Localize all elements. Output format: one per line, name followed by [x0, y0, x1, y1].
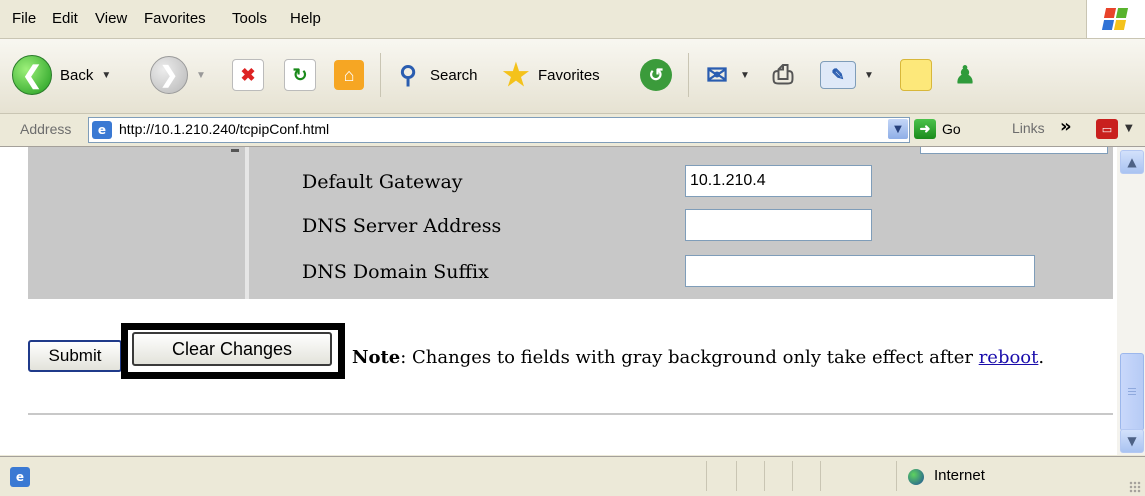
favorites-star-icon: ★ [502, 58, 530, 92]
scroll-up-icon[interactable]: ▲ [1120, 150, 1144, 174]
menu-view[interactable]: View [95, 10, 127, 27]
clear-changes-button[interactable]: Clear Changes [132, 332, 332, 366]
menu-bar: File Edit View Favorites Tools Help [0, 0, 1145, 39]
address-bar: Address e http://10.1.210.240/tcpipConf.… [0, 114, 1145, 147]
messenger-icon: ♟ [954, 61, 976, 89]
chevron-down-icon[interactable]: ▼ [196, 70, 206, 81]
mail-icon: ✉ [706, 59, 728, 90]
notes-button[interactable] [900, 53, 932, 97]
chevron-down-icon[interactable]: ▼ [1125, 123, 1133, 134]
standard-toolbar: ❮ Back ▼ ❯ ▼ ✖ ↻ ⌂ ⚲ Search ★ Favorites … [0, 39, 1145, 114]
history-button[interactable]: ↺ [640, 53, 672, 97]
address-input[interactable]: e http://10.1.210.240/tcpipConf.html ▼ [88, 117, 910, 143]
dns-domain-suffix-input[interactable] [685, 255, 1035, 287]
refresh-icon: ↻ [284, 59, 316, 91]
toolbar-separator [688, 53, 689, 97]
back-arrow-icon: ❮ [12, 55, 52, 95]
dns-server-address-label: DNS Server Address [302, 215, 502, 237]
resize-grip-icon[interactable] [1129, 481, 1141, 493]
status-divider [736, 461, 737, 491]
scroll-thumb[interactable] [1120, 353, 1144, 431]
status-bar: e Internet [0, 456, 1145, 496]
chevron-down-icon[interactable]: ▼ [864, 70, 874, 81]
search-button[interactable]: ⚲ Search [392, 53, 478, 97]
menu-edit[interactable]: Edit [52, 10, 78, 27]
stop-button[interactable]: ✖ [232, 53, 264, 97]
previous-field-input[interactable] [920, 147, 1108, 154]
page-content: Default Gateway DNS Server Address DNS D… [14, 147, 1117, 455]
note-period: . [1038, 347, 1045, 368]
status-divider [706, 461, 707, 491]
scroll-down-icon[interactable]: ▼ [1120, 429, 1144, 453]
favorites-button[interactable]: ★ Favorites [500, 53, 600, 97]
ie-page-icon: e [10, 467, 30, 487]
horizontal-rule [28, 413, 1113, 415]
go-button[interactable]: ➜ Go [914, 119, 961, 139]
menu-favorites[interactable]: Favorites [144, 10, 206, 27]
address-label: Address [20, 121, 72, 137]
go-label: Go [942, 121, 961, 137]
chevron-down-icon[interactable]: ▼ [101, 70, 111, 81]
edit-button[interactable]: ✎ ▼ [820, 53, 874, 97]
print-button[interactable]: ⎙ [768, 53, 798, 97]
home-icon: ⌂ [334, 60, 364, 90]
address-url[interactable]: http://10.1.210.240/tcpipConf.html [119, 121, 329, 137]
gray-label-column [28, 147, 249, 299]
internet-globe-icon [908, 469, 924, 485]
forward-arrow-icon: ❯ [150, 56, 188, 94]
messenger-button[interactable]: ♟ [950, 53, 980, 97]
cut-off-text-fragment [231, 149, 239, 152]
grip-line [1128, 394, 1136, 395]
grip-line [1128, 388, 1136, 389]
dns-server-address-input[interactable] [685, 209, 872, 241]
ie-window: File Edit View Favorites Tools Help ❮ Ba… [0, 0, 1145, 496]
status-divider [764, 461, 765, 491]
printer-icon: ⎙ [772, 59, 794, 89]
search-label: Search [430, 66, 478, 84]
ie-page-icon: e [92, 121, 112, 139]
history-icon: ↺ [640, 59, 672, 91]
back-button[interactable]: ❮ Back ▼ [12, 53, 111, 97]
dns-domain-suffix-label: DNS Domain Suffix [302, 261, 489, 283]
favorites-label: Favorites [538, 66, 600, 84]
status-divider [820, 461, 821, 491]
stop-icon: ✖ [232, 59, 264, 91]
go-arrow-icon: ➜ [914, 119, 936, 139]
search-icon: ⚲ [399, 61, 417, 89]
note-body: : Changes to fields with gray background… [400, 347, 979, 368]
security-zone-label: Internet [934, 467, 985, 484]
forward-button[interactable]: ❯ ▼ [150, 53, 206, 97]
links-label[interactable]: Links [1012, 120, 1045, 136]
status-divider [896, 461, 897, 491]
menu-file[interactable]: File [12, 10, 36, 27]
windows-logo-icon [1086, 0, 1145, 38]
status-divider [792, 461, 793, 491]
menu-tools[interactable]: Tools [232, 10, 267, 27]
gray-field-panel: Default Gateway DNS Server Address DNS D… [249, 147, 1113, 299]
default-gateway-input[interactable] [685, 165, 872, 197]
chevron-down-icon[interactable]: ▼ [740, 70, 750, 81]
back-label: Back [60, 66, 94, 84]
chevron-right-icon[interactable]: » [1060, 116, 1072, 137]
mail-button[interactable]: ✉ ▼ [702, 53, 750, 97]
note-icon [900, 59, 932, 91]
edit-page-icon: ✎ [820, 61, 856, 89]
chevron-down-icon[interactable]: ▼ [888, 119, 908, 139]
note-label: Note [352, 347, 401, 368]
pdf-icon[interactable]: ▭ [1096, 119, 1118, 139]
page-left-margin [0, 147, 15, 455]
home-button[interactable]: ⌂ [334, 53, 364, 97]
reboot-link[interactable]: reboot [979, 347, 1039, 368]
vertical-scrollbar[interactable]: ▲ ▼ [1117, 147, 1145, 455]
default-gateway-label: Default Gateway [302, 171, 463, 193]
note-text: Note: Changes to fields with gray backgr… [352, 347, 1044, 368]
refresh-button[interactable]: ↻ [284, 53, 316, 97]
menu-help[interactable]: Help [290, 10, 321, 27]
grip-line [1128, 391, 1136, 392]
toolbar-separator [380, 53, 381, 97]
submit-button[interactable]: Submit [28, 340, 122, 372]
